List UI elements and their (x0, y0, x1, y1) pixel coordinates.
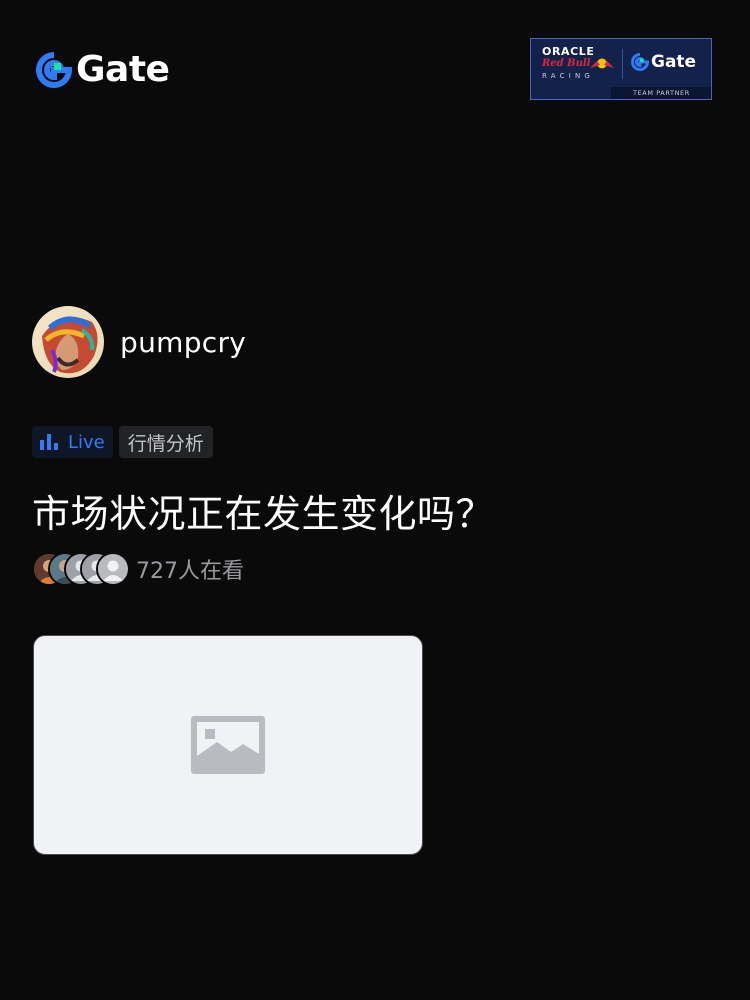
badge-divider (622, 49, 623, 79)
gate-logo[interactable]: Gate (36, 49, 170, 90)
author-username[interactable]: pumpcry (120, 326, 246, 359)
viewers-row: 727人在看 (32, 552, 244, 586)
team-partner-badge: ORACLE Red Bull RACING Gate TEAM PARTNER (530, 38, 712, 100)
logo-text: Gate (76, 49, 170, 90)
bar-chart-icon (40, 434, 58, 450)
live-label: Live (68, 431, 105, 453)
viewer-avatar-stack (32, 552, 130, 586)
post-title: 市场状况正在发生变化吗？ (32, 492, 495, 536)
page: Gate ORACLE Red Bull RACING Gate TEAM PA… (0, 0, 750, 1000)
image-placeholder-icon (191, 716, 265, 774)
author-row[interactable]: pumpcry (32, 306, 246, 378)
viewers-count: 727人在看 (136, 559, 244, 584)
post-image[interactable] (33, 635, 423, 855)
redbull-wordmark: Red Bull (542, 58, 591, 69)
viewer-avatar (96, 552, 130, 586)
tags-row: Live 行情分析 (32, 426, 213, 458)
avatar[interactable] (32, 306, 104, 378)
racing-wordmark: RACING (542, 72, 595, 80)
gate-logo-icon (36, 52, 72, 88)
bull-icon (590, 58, 614, 69)
live-badge[interactable]: Live (32, 426, 113, 458)
gate-mini-icon (631, 53, 649, 71)
team-partner-label: TEAM PARTNER (633, 89, 690, 97)
gate-mini-text: Gate (651, 52, 697, 72)
avatar-image (32, 306, 104, 378)
category-tag[interactable]: 行情分析 (118, 426, 213, 458)
oracle-wordmark: ORACLE (542, 45, 595, 58)
gate-mini-logo: Gate (631, 52, 696, 72)
